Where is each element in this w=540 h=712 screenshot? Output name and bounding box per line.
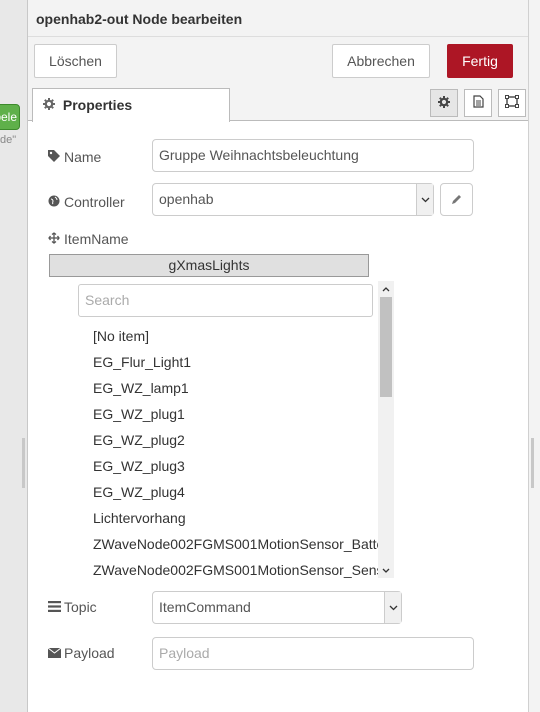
item-selected-button[interactable]: gXmasLights [49, 254, 369, 277]
list-item[interactable]: ZWaveNode002FGMS001MotionSensor_Battery [76, 531, 378, 557]
done-button[interactable]: Fertig [447, 44, 513, 78]
scroll-down-icon[interactable] [378, 562, 394, 578]
list-item[interactable]: EG_Flur_Light1 [76, 349, 378, 375]
scrollbar-thumb[interactable] [380, 297, 392, 397]
tab-properties-label: Properties [62, 97, 133, 113]
resize-handle-right[interactable] [531, 438, 534, 488]
resize-handle[interactable] [22, 438, 25, 488]
topic-select[interactable]: ItemCommand [152, 591, 402, 624]
edit-tray: openhab2-out Node bearbeiten Löschen Abb… [28, 0, 528, 712]
list-item[interactable]: [No item] [76, 323, 378, 349]
workspace-right [528, 0, 540, 712]
delete-button[interactable]: Löschen [34, 44, 117, 78]
name-field[interactable]: Gruppe Weihnachtsbeleuchtung [152, 139, 474, 172]
chevron-down-icon [416, 184, 433, 215]
list-item[interactable]: Lichtervorhang [76, 505, 378, 531]
payload-label: Payload [47, 645, 115, 661]
itemname-label: ItemName [48, 231, 129, 247]
cog-icon [43, 97, 55, 113]
topic-label: Topic [48, 599, 97, 615]
tray-title: openhab2-out Node bearbeiten [28, 0, 528, 37]
item-dropdown-panel: Search [No item] EG_Flur_Light1 EG_WZ_la… [76, 281, 394, 578]
edit-controller-button[interactable] [440, 183, 473, 216]
tabs-row: Properties [28, 87, 528, 122]
list-item[interactable]: EG_WZ_lamp1 [76, 375, 378, 401]
tag-icon [48, 149, 62, 165]
name-label: Name [48, 149, 101, 165]
list-item[interactable]: EG_WZ_plug1 [76, 401, 378, 427]
search-input[interactable]: Search [78, 284, 373, 317]
list-scrollbar[interactable] [378, 281, 394, 578]
workspace-node[interactable]: bele [0, 104, 20, 130]
list-item[interactable]: EG_WZ_plug3 [76, 453, 378, 479]
list-item[interactable]: ZWaveNode002FGMS001MotionSensor_SensorTe… [76, 557, 378, 578]
arrows-icon [48, 231, 62, 247]
cancel-button[interactable]: Abbrechen [332, 44, 430, 78]
list-item[interactable]: EG_WZ_plug2 [76, 427, 378, 453]
envelope-icon [47, 645, 62, 661]
controller-label: Controller [48, 194, 125, 210]
cog-icon [438, 95, 450, 111]
description-icon [472, 95, 484, 111]
pencil-icon [451, 192, 462, 208]
workspace-node-label: de" [0, 134, 17, 146]
chevron-down-icon [384, 592, 401, 623]
list-item[interactable]: EG_WZ_plug4 [76, 479, 378, 505]
controller-select[interactable]: openhab [152, 183, 434, 216]
tab-settings-icon-button[interactable] [430, 89, 458, 117]
payload-field[interactable]: Payload [152, 637, 474, 670]
scroll-up-icon[interactable] [378, 281, 394, 297]
workspace-canvas[interactable]: bele de" [0, 0, 28, 712]
tab-properties[interactable]: Properties [32, 88, 230, 122]
globe-icon [48, 194, 62, 210]
appearance-icon [505, 95, 519, 111]
tab-description-button[interactable] [464, 89, 492, 117]
item-list: [No item] EG_Flur_Light1 EG_WZ_lamp1 EG_… [76, 323, 378, 578]
tab-appearance-button[interactable] [498, 89, 526, 117]
tray-toolbar: Löschen Abbrechen Fertig [28, 37, 528, 87]
list-icon [48, 599, 62, 615]
